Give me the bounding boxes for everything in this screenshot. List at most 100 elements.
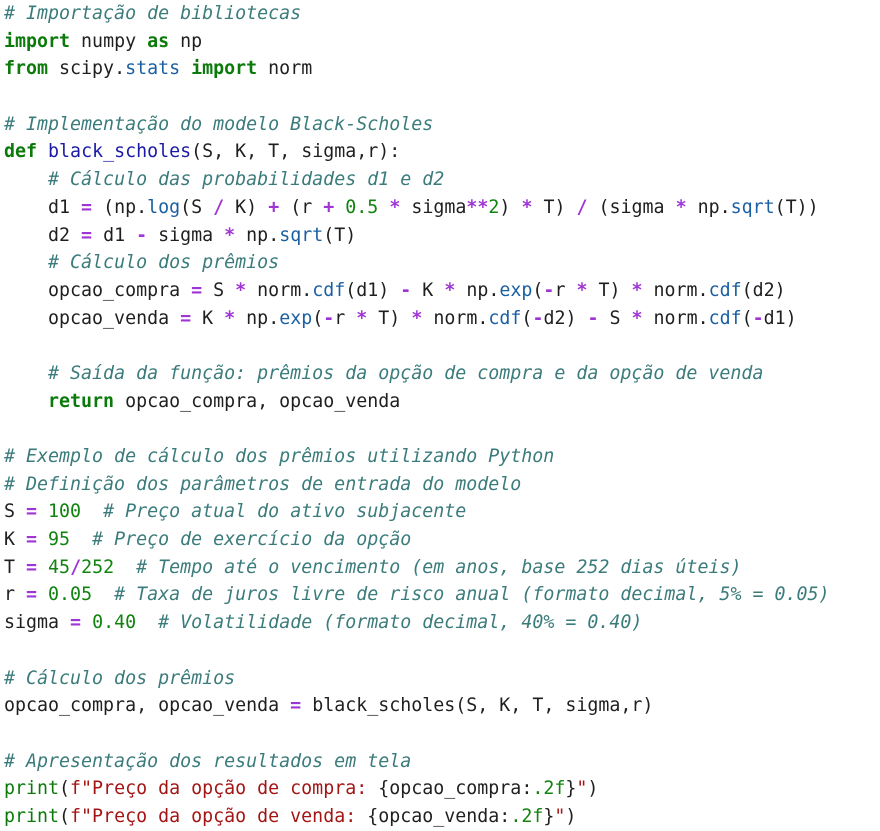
- comment-token: # Preço atual do ativo subjacente: [103, 501, 467, 523]
- plain-token: numpy: [70, 30, 148, 52]
- plain-token: d1): [763, 307, 797, 329]
- operator-token: -: [587, 307, 599, 329]
- code-editor[interactable]: # Importação de bibliotecas import numpy …: [4, 0, 830, 831]
- operator-token: -: [323, 307, 335, 329]
- operator-token: *: [224, 224, 236, 246]
- operator-token: -: [400, 279, 412, 301]
- attribute-token: cdf: [488, 307, 522, 329]
- operator-token: *: [411, 307, 423, 329]
- plain-token: K: [4, 529, 27, 551]
- plain-token: T): [587, 279, 632, 301]
- plain-token: (T)): [774, 196, 819, 218]
- plain-token: (np.: [92, 196, 148, 218]
- code-line: S = 100 # Preço atual do ativo subjacent…: [4, 498, 830, 526]
- plain-token: ): [587, 778, 599, 800]
- plain-token: norm.: [642, 279, 709, 301]
- keyword-token: import: [191, 58, 258, 80]
- plain-token: norm.: [642, 307, 709, 329]
- number-token: 95: [48, 529, 71, 551]
- operator-token: /: [70, 556, 82, 578]
- number-token: 2: [488, 196, 500, 218]
- operator-token: =: [191, 279, 203, 301]
- builtin-token: print: [4, 805, 60, 827]
- plain-token: np: [169, 30, 203, 52]
- operator-token: -: [752, 307, 764, 329]
- operator-token: *: [235, 279, 247, 301]
- operator-token: *: [389, 196, 401, 218]
- attribute-token: exp: [279, 307, 313, 329]
- plain-token: {opcao_compra:: [378, 778, 533, 800]
- code-line: print(f"Preço da opção de compra: {opcao…: [4, 775, 830, 803]
- operator-token: =: [81, 196, 93, 218]
- operator-token: *: [224, 307, 236, 329]
- operator-token: =: [70, 612, 82, 634]
- operator-token: -: [543, 279, 555, 301]
- code-line: T = 45/252 # Tempo até o vencimento (em …: [4, 554, 830, 582]
- string-token: f"Preço da opção de venda:: [70, 805, 368, 827]
- code-line: opcao_compra = S * norm.cdf(d1) - K * np…: [4, 277, 830, 305]
- plain-token: np.: [686, 196, 731, 218]
- plain-token: K): [224, 196, 269, 218]
- plain-token: scipy.: [48, 58, 126, 80]
- operator-token: /: [576, 196, 588, 218]
- plain-token: (: [741, 307, 753, 329]
- operator-token: =: [81, 224, 93, 246]
- plain-token: (sigma: [587, 196, 676, 218]
- comment-token: # Taxa de juros livre de risco anual (fo…: [114, 584, 830, 606]
- code-line: # Exemplo de cálculo dos prêmios utiliza…: [4, 443, 830, 471]
- comment-token: # Preço de exercício da opção: [92, 529, 412, 551]
- plain-token: np.: [235, 307, 280, 329]
- attribute-token: log: [147, 196, 181, 218]
- code-line: sigma = 0.40 # Volatilidade (formato dec…: [4, 609, 830, 637]
- plain-token: (d1): [345, 279, 401, 301]
- code-line: opcao_compra, opcao_venda = black_schole…: [4, 692, 830, 720]
- plain-token: S: [4, 501, 27, 523]
- number-token: 45: [48, 556, 71, 578]
- function-name-token: black_scholes: [48, 141, 192, 163]
- comment-token: # Exemplo de cálculo dos prêmios utiliza…: [4, 446, 555, 467]
- plain-token: sigma: [4, 612, 71, 634]
- operator-token: *: [631, 307, 643, 329]
- number-token: .2f: [510, 805, 544, 827]
- string-token: ": [554, 805, 566, 827]
- operator-token: /: [213, 196, 225, 218]
- code-line: print(f"Preço da opção de venda: {opcao_…: [4, 803, 830, 831]
- plain-token: (: [532, 279, 544, 301]
- string-token: f"Preço da opção de compra:: [70, 778, 379, 800]
- plain-token: K: [411, 279, 445, 301]
- plain-token: opcao_venda: [4, 307, 181, 329]
- comment-token: # Tempo até o vencimento (em anos, base …: [136, 556, 742, 578]
- plain-token: d1: [92, 224, 137, 246]
- operator-token: *: [444, 279, 456, 301]
- plain-token: T): [367, 307, 412, 329]
- plain-token: d2): [543, 307, 588, 329]
- operator-token: =: [26, 501, 38, 523]
- attribute-token: stats: [125, 58, 181, 80]
- plain-token: S: [598, 307, 632, 329]
- keyword-token: from: [4, 58, 49, 80]
- code-line: # Importação de bibliotecas: [4, 0, 830, 28]
- plain-token: ): [499, 196, 522, 218]
- code-line: K = 95 # Preço de exercício da opção: [4, 526, 830, 554]
- plain-token: norm: [257, 58, 313, 80]
- number-token: .2f: [532, 778, 566, 800]
- plain-token: d2: [4, 224, 82, 246]
- keyword-token: import: [4, 30, 71, 52]
- plain-token: black_scholes(S, K, T, sigma,r): [301, 695, 654, 717]
- plain-token: np.: [235, 224, 280, 246]
- plain-token: opcao_compra, opcao_venda: [114, 390, 401, 412]
- code-line: d1 = (np.log(S / K) + (r + 0.5 * sigma**…: [4, 194, 830, 222]
- plain-token: opcao_compra: [4, 279, 192, 301]
